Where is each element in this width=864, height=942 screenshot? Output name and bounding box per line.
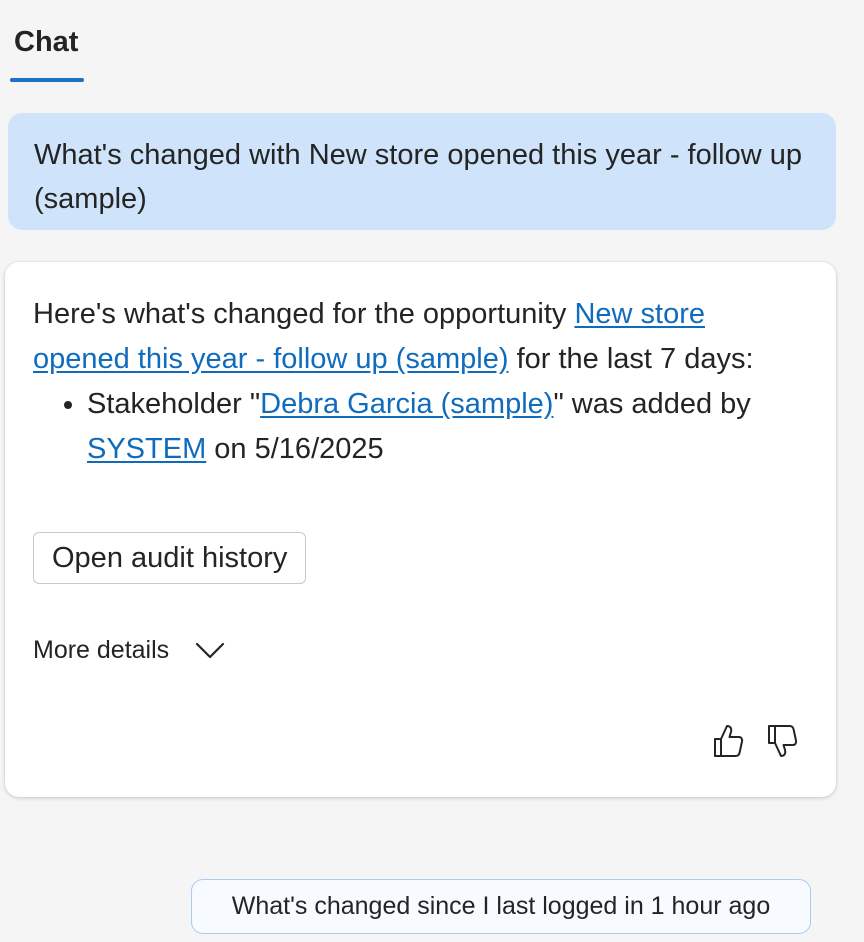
- thumbs-down-icon[interactable]: [765, 722, 799, 760]
- response-intro-after: for the last 7 days:: [508, 343, 754, 375]
- response-text: Here's what's changed for the opportunit…: [33, 292, 803, 472]
- thumbs-up-icon[interactable]: [711, 722, 745, 760]
- chevron-down-icon: [195, 635, 225, 665]
- bullet-suffix: on 5/16/2025: [206, 433, 384, 465]
- suggested-prompt-chip[interactable]: What's changed since I last logged in 1 …: [191, 879, 811, 934]
- chat-pane: Chat What's changed with New store opene…: [0, 0, 864, 942]
- tab-chat-label: Chat: [14, 26, 79, 58]
- user-message-text: What's changed with New store opened thi…: [34, 139, 802, 215]
- list-item: Stakeholder "Debra Garcia (sample)" was …: [87, 382, 803, 472]
- bullet-prefix: Stakeholder ": [87, 388, 261, 420]
- user-message-bubble: What's changed with New store opened thi…: [8, 113, 836, 230]
- more-details-label: More details: [33, 635, 170, 664]
- stakeholder-link[interactable]: Debra Garcia (sample): [260, 388, 553, 420]
- open-audit-history-button[interactable]: Open audit history: [33, 532, 307, 584]
- suggested-prompt-text: What's changed since I last logged in 1 …: [231, 892, 771, 920]
- change-list: Stakeholder "Debra Garcia (sample)" was …: [33, 382, 803, 472]
- system-user-link[interactable]: SYSTEM: [87, 433, 206, 465]
- response-card: Here's what's changed for the opportunit…: [5, 262, 836, 797]
- bullet-middle: " was added by: [553, 388, 751, 420]
- response-intro-before: Here's what's changed for the opportunit…: [33, 298, 575, 330]
- tab-chat[interactable]: Chat: [10, 18, 84, 84]
- more-details-toggle[interactable]: More details: [33, 630, 225, 670]
- tab-active-indicator: [10, 78, 84, 82]
